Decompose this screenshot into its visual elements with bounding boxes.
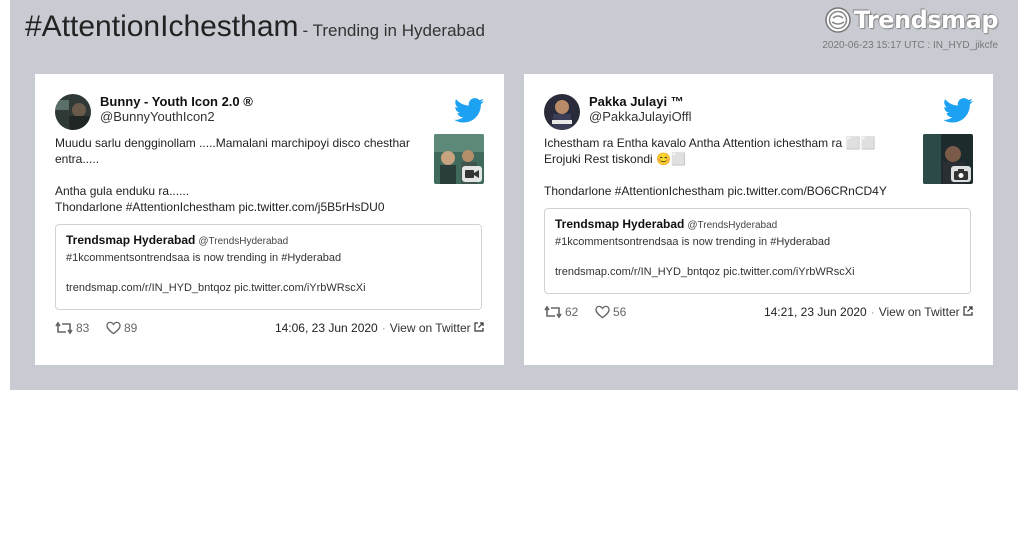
avatar[interactable] [55, 94, 91, 130]
external-link-icon[interactable] [963, 306, 973, 316]
retweet-icon [544, 305, 562, 319]
user-handle[interactable]: @PakkaJulayiOffl [589, 109, 692, 124]
retweet-stat[interactable]: 62 [544, 305, 578, 319]
tweet-card: Bunny - Youth Icon 2.0 ® @BunnyYouthIcon… [35, 74, 504, 365]
retweet-icon [55, 321, 73, 335]
logo-text: Trendsmap [853, 6, 999, 34]
tweet-text: Ichestham ra Entha kavalo Antha Attentio… [544, 136, 887, 198]
tweet-meta: 14:06, 23 Jun 2020 · View on Twitter [275, 321, 484, 335]
avatar[interactable] [544, 94, 580, 130]
quoted-user-handle: @TrendsHyderabad [198, 236, 289, 247]
view-on-twitter-link[interactable]: View on Twitter [390, 321, 471, 335]
timestamp-region: 2020-06-23 15:17 UTC : IN_HYD_jikcfe [822, 40, 998, 51]
video-camera-icon [462, 166, 482, 182]
quoted-tweet-text: #1kcommentsontrendsaa is now trending in… [555, 236, 855, 278]
camera-icon [951, 166, 971, 182]
trendsmap-globe-icon [824, 7, 851, 33]
media-thumbnail[interactable] [923, 134, 973, 184]
retweet-stat[interactable]: 83 [55, 321, 89, 335]
quoted-user-name: Trendsmap Hyderabad [555, 217, 685, 231]
heart-icon [106, 321, 121, 335]
view-on-twitter-link[interactable]: View on Twitter [879, 305, 960, 319]
user-name[interactable]: Pakka Julayi ™ [589, 94, 684, 109]
tweet-footer: 83 89 14:06, 23 Jun 2020 · View on Twitter [55, 321, 484, 339]
user-handle[interactable]: @BunnyYouthIcon2 [100, 109, 215, 124]
page-title: #AttentionIchestham - Trending in Hyderab… [25, 10, 485, 44]
tweet-footer: 62 56 14:21, 23 Jun 2020 · View on Twitter [544, 305, 973, 323]
tweet-card: Pakka Julayi ™ @PakkaJulayiOffl Ichestha… [524, 74, 993, 365]
quoted-user-name: Trendsmap Hyderabad [66, 233, 196, 247]
like-stat[interactable]: 56 [595, 305, 626, 319]
heart-icon [595, 305, 610, 319]
retweet-count: 83 [76, 321, 90, 335]
separator-dot: · [381, 321, 386, 335]
like-count: 56 [613, 305, 627, 319]
trendsmap-logo[interactable]: Trendsmap [824, 6, 999, 34]
quoted-tweet[interactable]: Trendsmap Hyderabad @TrendsHyderabad #1kc… [544, 208, 971, 294]
user-name[interactable]: Bunny - Youth Icon 2.0 ® [100, 94, 253, 109]
media-thumbnail[interactable] [434, 134, 484, 184]
separator-dot: · [870, 305, 875, 319]
external-link-icon[interactable] [474, 322, 484, 332]
quoted-tweet-text: #1kcommentsontrendsaa is now trending in… [66, 252, 366, 294]
quoted-tweet[interactable]: Trendsmap Hyderabad @TrendsHyderabad #1kc… [55, 224, 482, 310]
tweet-meta: 14:21, 23 Jun 2020 · View on Twitter [764, 305, 973, 319]
retweet-count: 62 [565, 305, 579, 319]
like-stat[interactable]: 89 [106, 321, 137, 335]
twitter-bird-icon[interactable] [454, 98, 484, 123]
hashtag-title[interactable]: #AttentionIchestham [25, 10, 299, 43]
quoted-user-handle: @TrendsHyderabad [687, 220, 778, 231]
tweet-time[interactable]: 14:06, 23 Jun 2020 [275, 321, 378, 335]
tweet-text: Muudu sarlu dengginollam .....Mamalani m… [55, 136, 410, 214]
tweet-time[interactable]: 14:21, 23 Jun 2020 [764, 305, 867, 319]
trending-location: - Trending in Hyderabad [302, 21, 485, 40]
like-count: 89 [124, 321, 138, 335]
twitter-bird-icon[interactable] [943, 98, 973, 123]
header-panel: #AttentionIchestham - Trending in Hyderab… [10, 0, 1018, 390]
